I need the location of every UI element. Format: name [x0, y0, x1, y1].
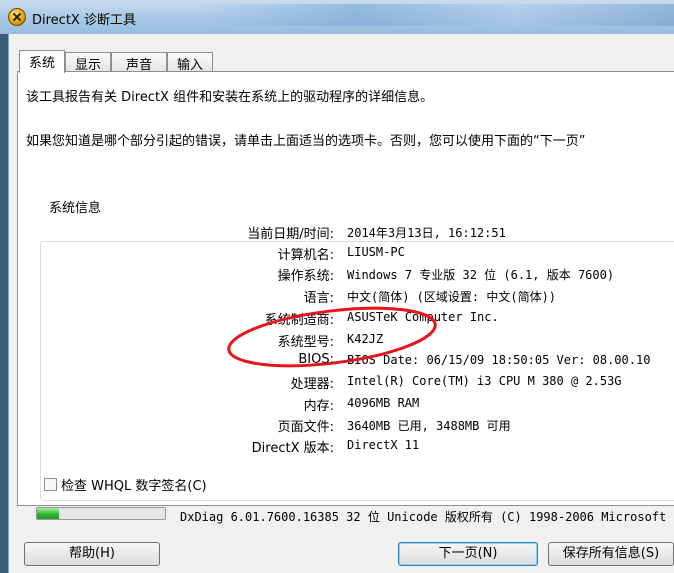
info-label: 系统型号:	[277, 335, 334, 350]
info-row-os: 操作系统: Windows 7 专业版 32 位 (6.1, 版本 7600)	[10, 265, 670, 285]
info-row-manufacturer: 系统制造商: ASUSTeK Computer Inc.	[10, 309, 670, 329]
info-value: LIUSM-PC	[347, 245, 405, 259]
info-row-processor: 处理器: Intel(R) Core(TM) i3 CPU M 380 @ 2.…	[10, 373, 670, 393]
info-value: ASUSTeK Computer Inc.	[347, 310, 499, 324]
info-label: 内存:	[303, 399, 334, 414]
info-row-language: 语言: 中文(简体) (区域设置: 中文(简体))	[10, 287, 670, 307]
whql-checkbox[interactable]: 检查 WHQL 数字签名(C)	[44, 475, 207, 494]
directx-diag-window: DirectX 诊断工具 系统 显示 声音 输入 该工具报告有关 DirectX…	[0, 0, 674, 573]
progress-fill	[37, 508, 59, 519]
info-row-directx-version: DirectX 版本: DirectX 11	[10, 437, 670, 457]
tab-system[interactable]: 系统	[19, 50, 65, 73]
info-row-model: 系统型号: K42JZ	[10, 331, 670, 351]
copyright-text: DxDiag 6.01.7600.16385 32 位 Unicode 版权所有…	[180, 510, 667, 524]
info-label: DirectX 版本:	[251, 441, 334, 456]
info-value: Intel(R) Core(TM) i3 CPU M 380 @ 2.53G	[347, 374, 622, 388]
info-row-memory: 内存: 4096MB RAM	[10, 395, 670, 415]
info-row-computer-name: 计算机名: LIUSM-PC	[10, 244, 670, 264]
whql-checkbox-label: 检查 WHQL 数字签名(C)	[61, 479, 207, 494]
info-value: 4096MB RAM	[347, 396, 420, 410]
info-row-page-file: 页面文件: 3640MB 已用, 3488MB 可用	[10, 416, 670, 436]
next-page-button[interactable]: 下一页(N)	[398, 542, 538, 566]
info-label: 计算机名:	[277, 248, 334, 263]
info-label: 语言:	[303, 291, 334, 306]
info-value: 3640MB 已用, 3488MB 可用	[347, 419, 511, 433]
info-label: 处理器:	[290, 377, 334, 392]
info-label: 页面文件:	[277, 420, 334, 435]
info-value: 2014年3月13日, 16:12:51	[347, 226, 506, 240]
save-all-info-button[interactable]: 保存所有信息(S)	[548, 542, 674, 566]
info-label: 系统制造商:	[264, 313, 334, 328]
info-value: K42JZ	[347, 332, 384, 346]
checkbox-box[interactable]	[44, 478, 57, 491]
info-label: 操作系统:	[277, 269, 334, 284]
help-button[interactable]: 帮助(H)	[24, 542, 160, 566]
info-value: DirectX 11	[347, 438, 420, 452]
info-row-bios: BIOS: BIOS Date: 06/15/09 18:50:05 Ver: …	[10, 352, 670, 372]
info-value: 中文(简体) (区域设置: 中文(简体))	[347, 290, 557, 304]
info-label: BIOS:	[298, 352, 334, 367]
progress-bar	[36, 507, 166, 520]
info-value: Windows 7 专业版 32 位 (6.1, 版本 7600)	[347, 268, 615, 282]
info-value: BIOS Date: 06/15/09 18:50:05 Ver: 08.00.…	[347, 353, 651, 367]
info-row-datetime: 当前日期/时间: 2014年3月13日, 16:12:51	[10, 223, 670, 243]
info-label: 当前日期/时间:	[247, 227, 334, 242]
